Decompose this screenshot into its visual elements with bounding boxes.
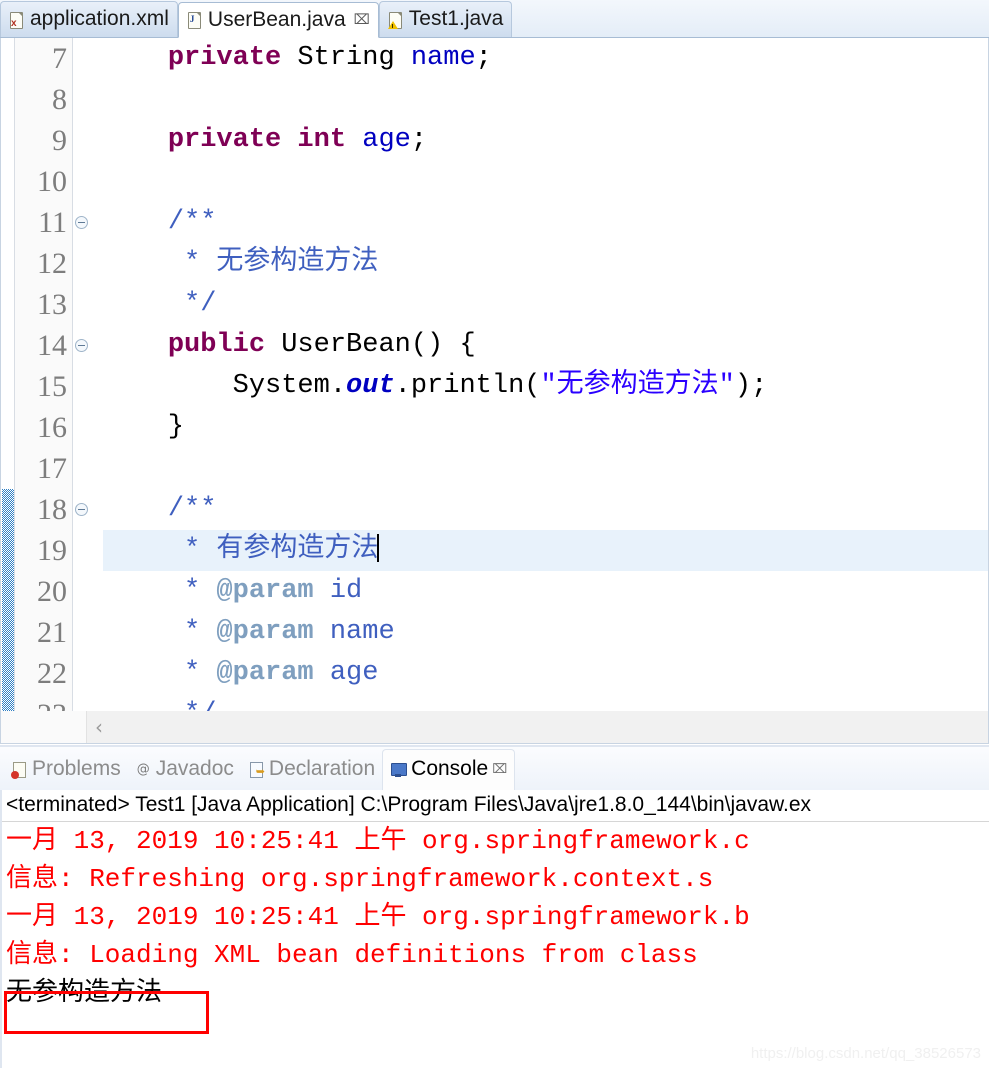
chevron-left-icon[interactable]: ‹ (95, 717, 103, 737)
code-line[interactable]: 20 * @param id (1, 571, 988, 612)
editor-tab-label: application.xml (30, 7, 169, 30)
code-text: */ (103, 694, 216, 711)
code-line[interactable]: 7 private String name; (1, 38, 988, 79)
console-icon (390, 761, 408, 779)
line-number: 11 (38, 206, 67, 239)
code-line[interactable]: 12 * 无参构造方法 (1, 243, 988, 284)
line-number: 12 (37, 247, 67, 280)
code-editor-canvas[interactable]: 7 private String name; 8 9 private int age… (0, 38, 989, 711)
code-line[interactable]: 9 private int age; (1, 120, 988, 161)
fold-collapse-icon[interactable] (75, 339, 88, 352)
console-output-line: 信息: Refreshing org.springframework.conte… (6, 864, 714, 894)
view-tab-problems[interactable]: Problems (4, 749, 128, 790)
editor-tab-application-xml[interactable]: x application.xml (0, 1, 178, 37)
code-text: public UserBean() { (167, 330, 476, 360)
code-text: System.out.println("无参构造方法"); (103, 371, 768, 401)
code-line[interactable]: 10 (1, 161, 988, 202)
code-line[interactable]: 21 * @param name (1, 612, 988, 653)
line-number: 8 (52, 83, 67, 116)
line-number: 19 (37, 534, 67, 567)
console-output-line: 一月 13, 2019 10:25:41 上午 org.springframew… (6, 826, 750, 856)
code-text: * @param name (184, 617, 395, 647)
line-number: 13 (37, 288, 67, 321)
code-text: private String name; (167, 43, 492, 73)
console-output-line: 无参构造方法 (6, 978, 163, 1008)
console-output-area[interactable]: <terminated> Test1 [Java Application] C:… (0, 790, 989, 1068)
view-tab-label: Declaration (268, 756, 376, 780)
code-text: * @param age (184, 658, 379, 688)
code-lines[interactable]: 7 private String name; 8 9 private int age… (1, 38, 988, 711)
code-line[interactable]: 13 */ (1, 284, 988, 325)
line-number: 21 (37, 616, 67, 649)
close-icon[interactable]: ⌧ (492, 761, 507, 780)
code-line[interactable]: 15 System.out.println("无参构造方法"); (1, 366, 988, 407)
code-line[interactable]: 16 } (1, 407, 988, 448)
code-line[interactable]: 8 (1, 79, 988, 120)
line-number: 23 (15, 694, 67, 711)
code-line[interactable]: 23 */ (1, 694, 988, 711)
console-output-line: 一月 13, 2019 10:25:41 上午 org.springframew… (6, 902, 750, 932)
line-number: 18 (37, 493, 67, 526)
declaration-icon: ➥ (248, 761, 265, 779)
code-text: /** (167, 494, 217, 524)
code-line[interactable]: 22 * @param age (1, 653, 988, 694)
close-icon[interactable]: ⌧ (354, 11, 370, 30)
line-number: 20 (37, 575, 67, 608)
line-number: 9 (52, 124, 67, 157)
view-tab-javadoc[interactable]: @ Javadoc (128, 749, 241, 790)
code-text: */ (184, 289, 217, 319)
code-line[interactable]: 18 /** (1, 489, 988, 530)
fold-collapse-icon[interactable] (75, 503, 88, 516)
view-tab-bar: Problems @ Javadoc ➥ Declaration Console… (0, 747, 989, 790)
code-line[interactable]: 14 public UserBean() { (1, 325, 988, 366)
line-number: 14 (37, 329, 67, 362)
line-number: 7 (52, 42, 67, 75)
java-file-warning-icon (387, 11, 403, 29)
javadoc-icon: @ (136, 761, 150, 777)
line-number: 22 (37, 657, 67, 690)
line-number: 16 (37, 411, 67, 444)
fold-collapse-icon[interactable] (75, 216, 88, 229)
code-line[interactable]: 17 (1, 448, 988, 489)
view-tab-label: Javadoc (155, 756, 234, 780)
code-line[interactable]: 11 /** (1, 202, 988, 243)
editor-horizontal-scrollbar[interactable]: ‹ (0, 711, 989, 744)
text-caret (377, 534, 380, 562)
console-process-header: <terminated> Test1 [Java Application] C:… (2, 790, 989, 822)
line-number: 15 (37, 370, 67, 403)
editor-part: x application.xml J UserBean.java ⌧ Test… (0, 0, 989, 745)
problems-icon (11, 761, 28, 779)
code-text: private int age; (167, 125, 428, 155)
console-lines: 一月 13, 2019 10:25:41 上午 org.springframew… (2, 822, 989, 1012)
bottom-view-stack: Problems @ Javadoc ➥ Declaration Console… (0, 745, 989, 1068)
line-number: 17 (37, 452, 67, 485)
editor-tab-label: Test1.java (408, 7, 504, 30)
view-tab-label: Console (411, 757, 489, 780)
console-output-line: 信息: Loading XML bean definitions from cl… (6, 940, 698, 970)
view-tab-declaration[interactable]: ➥ Declaration (241, 749, 382, 790)
xml-file-icon: x (9, 11, 24, 29)
editor-tab-label: UserBean.java (207, 7, 346, 31)
watermark-text: https://blog.csdn.net/qq_38526573 (750, 1045, 981, 1062)
code-text: } (103, 412, 185, 442)
view-tab-label: Problems (32, 756, 121, 780)
editor-tab-test1-java[interactable]: Test1.java (378, 1, 513, 37)
code-text: * 有参构造方法 (184, 534, 380, 565)
scrollbar-gutter-spacer (1, 711, 87, 743)
line-number: 10 (37, 165, 67, 198)
code-text: * @param id (184, 576, 363, 606)
code-text: /** (167, 207, 217, 237)
java-file-icon: J (187, 11, 202, 29)
code-line[interactable]: 19 * 有参构造方法 (1, 530, 988, 571)
editor-tab-bar: x application.xml J UserBean.java ⌧ Test… (0, 0, 989, 38)
editor-tab-userbean-java[interactable]: J UserBean.java ⌧ (177, 2, 379, 38)
view-tab-console[interactable]: Console ⌧ (382, 749, 516, 790)
code-text: * 无参构造方法 (184, 248, 379, 278)
